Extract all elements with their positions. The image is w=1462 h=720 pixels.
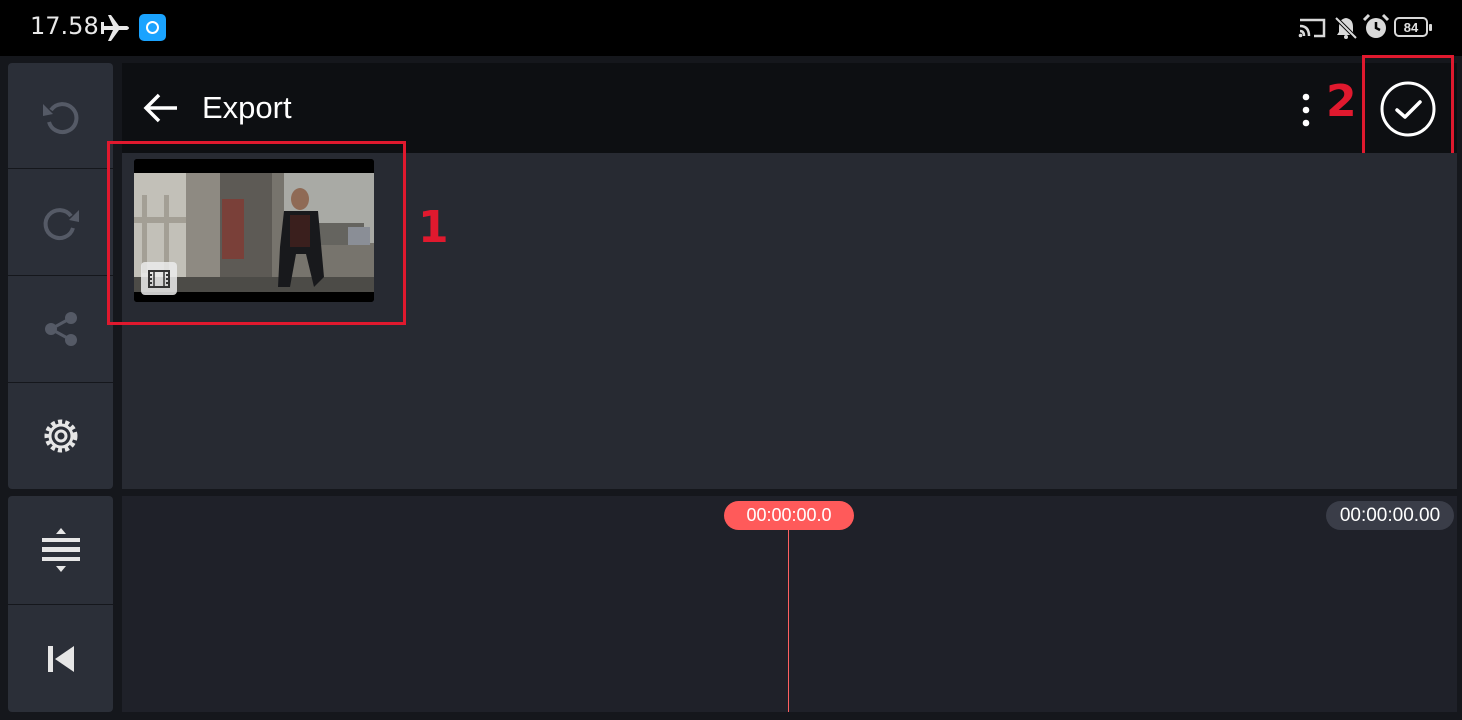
- airplane-icon: [101, 15, 129, 41]
- redo-icon: [43, 208, 79, 241]
- status-time: 17.58: [30, 12, 99, 40]
- undo-button[interactable]: [8, 63, 113, 168]
- share-icon: [44, 312, 77, 346]
- settings-icon: [44, 419, 77, 453]
- share-button[interactable]: [8, 276, 113, 382]
- more-options-icon[interactable]: [1298, 92, 1314, 128]
- duration-badge: 00:00:00.00: [1326, 501, 1454, 530]
- mute-icon: [1334, 16, 1358, 40]
- screen-recorder-icon: [139, 14, 166, 41]
- fit-timeline-button[interactable]: [8, 496, 113, 604]
- battery-icon: 84: [1394, 17, 1432, 37]
- playhead-line[interactable]: [788, 530, 789, 712]
- annotation-box-1: [107, 141, 406, 325]
- back-arrow-icon[interactable]: [143, 92, 179, 124]
- skip-to-start-icon: [47, 645, 74, 672]
- fit-timeline-icon: [41, 528, 80, 572]
- annotation-label-1: 1: [418, 202, 449, 253]
- skip-to-start-button[interactable]: [8, 605, 113, 712]
- confirm-check-icon[interactable]: [1379, 80, 1437, 138]
- undo-icon: [42, 101, 78, 134]
- export-header: [122, 63, 1457, 153]
- playhead-time-badge: 00:00:00.0: [724, 501, 854, 530]
- status-bar: 17.58 84: [0, 0, 1462, 56]
- redo-button[interactable]: [8, 169, 113, 275]
- annotation-label-2: 2: [1326, 76, 1357, 127]
- page-title: Export: [202, 90, 292, 125]
- alarm-icon: [1362, 13, 1390, 38]
- settings-button[interactable]: [8, 383, 113, 489]
- cast-icon: [1298, 18, 1326, 38]
